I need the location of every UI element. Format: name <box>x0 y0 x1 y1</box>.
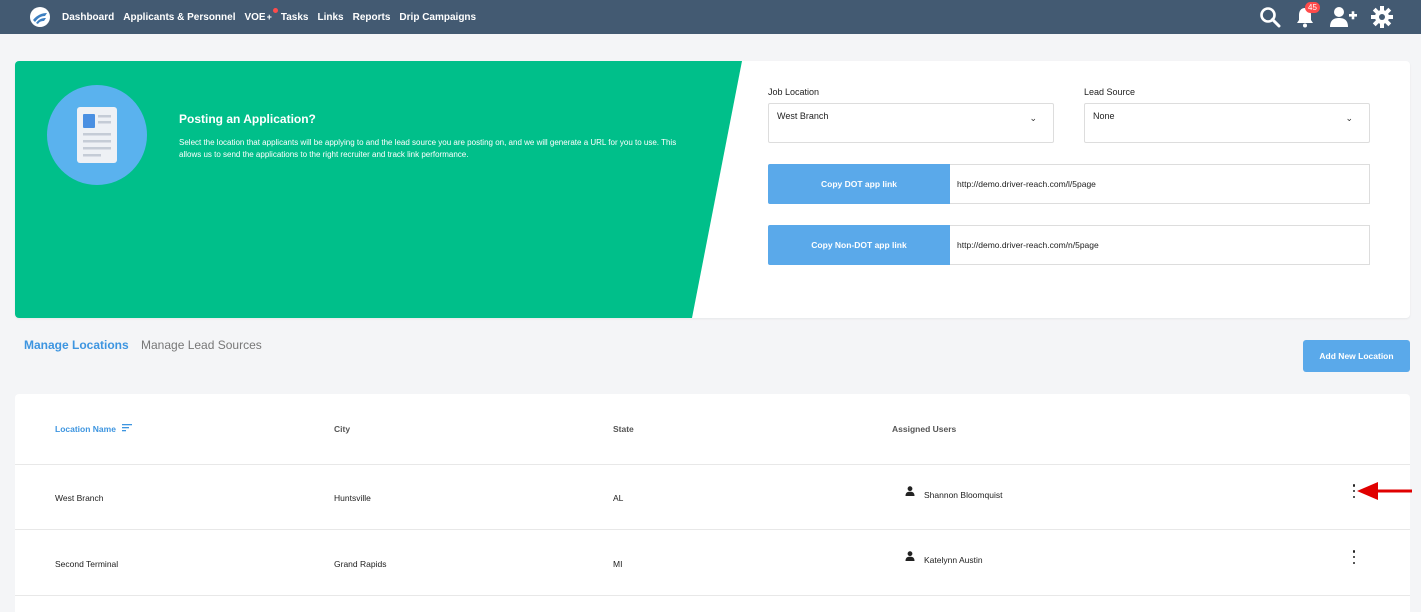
nav-drip-campaigns[interactable]: Drip Campaigns <box>399 12 476 23</box>
sort-icon[interactable] <box>122 424 133 432</box>
nav-reports[interactable]: Reports <box>353 12 391 23</box>
cell-city: Grand Rapids <box>334 559 387 569</box>
job-location-value: West Branch <box>777 111 829 121</box>
nav-links[interactable]: Links <box>318 12 344 23</box>
posting-application-card: Posting an Application? Select the locat… <box>15 61 1410 318</box>
banner-title: Posting an Application? <box>179 112 316 126</box>
nav-dashboard[interactable]: Dashboard <box>62 12 114 23</box>
assigned-user-name: Katelynn Austin <box>924 555 983 565</box>
job-location-select[interactable]: West Branch ⌄ <box>768 103 1054 143</box>
locations-table: Location Name City State Assigned Users … <box>15 394 1410 612</box>
lead-source-label: Lead Source <box>1084 87 1136 97</box>
column-header-assigned-users[interactable]: Assigned Users <box>892 424 956 434</box>
column-header-city[interactable]: City <box>334 424 350 434</box>
notification-dot <box>272 7 278 13</box>
non-dot-link-row: Copy Non-DOT app link http://demo.driver… <box>768 225 1370 265</box>
top-navbar: Dashboard Applicants & Personnel VOE+ Ta… <box>0 0 1421 34</box>
nav-voe-plus: + <box>266 11 272 22</box>
column-header-location-name[interactable]: Location Name <box>55 424 133 434</box>
copy-dot-link-button[interactable]: Copy DOT app link <box>768 164 950 204</box>
cell-assigned-user: Katelynn Austin <box>905 547 983 565</box>
row-actions-kebab-icon[interactable] <box>1349 550 1359 564</box>
tab-manage-locations[interactable]: Manage Locations <box>24 338 129 352</box>
cell-location-name: Second Terminal <box>55 559 119 569</box>
dot-url-field[interactable]: http://demo.driver-reach.com/l/5page <box>950 164 1370 204</box>
cell-state: AL <box>613 493 624 503</box>
driverreach-logo-icon[interactable] <box>30 7 50 27</box>
person-icon <box>905 551 915 561</box>
add-user-icon[interactable] <box>1329 6 1357 28</box>
row-divider <box>15 464 1410 465</box>
search-icon[interactable] <box>1259 6 1281 28</box>
column-header-location-label: Location Name <box>55 424 116 434</box>
cell-location-name: West Branch <box>55 493 104 503</box>
gear-icon[interactable] <box>1371 6 1393 28</box>
person-icon <box>905 486 915 496</box>
notifications-bell-icon[interactable]: 45 <box>1295 2 1320 28</box>
row-divider <box>15 595 1410 596</box>
job-location-label: Job Location <box>768 87 820 97</box>
cell-city: Huntsville <box>334 493 371 503</box>
row-divider <box>15 529 1410 530</box>
nav-voe[interactable]: VOE+ <box>244 7 278 23</box>
annotation-arrow-icon <box>1357 482 1412 500</box>
copy-non-dot-link-button[interactable]: Copy Non-DOT app link <box>768 225 950 265</box>
banner-description: Select the location that applicants will… <box>179 138 677 159</box>
nav-tasks[interactable]: Tasks <box>281 12 309 23</box>
chevron-down-icon: ⌄ <box>1345 113 1353 123</box>
nav-applicants-personnel[interactable]: Applicants & Personnel <box>123 12 235 23</box>
lead-source-value: None <box>1093 111 1115 121</box>
chevron-down-icon: ⌄ <box>1029 113 1037 123</box>
non-dot-url-field[interactable]: http://demo.driver-reach.com/n/5page <box>950 225 1370 265</box>
assigned-user-name: Shannon Bloomquist <box>924 490 1003 500</box>
cell-state: MI <box>613 559 623 569</box>
add-new-location-button[interactable]: Add New Location <box>1303 340 1410 372</box>
dot-link-row: Copy DOT app link http://demo.driver-rea… <box>768 164 1370 204</box>
tab-manage-lead-sources[interactable]: Manage Lead Sources <box>141 338 262 352</box>
cell-assigned-user: Shannon Bloomquist <box>905 482 1002 500</box>
column-header-state[interactable]: State <box>613 424 634 434</box>
notification-count-badge: 45 <box>1305 2 1320 13</box>
lead-source-select[interactable]: None ⌄ <box>1084 103 1370 143</box>
application-document-icon <box>47 85 147 185</box>
nav-voe-label: VOE <box>244 11 266 23</box>
